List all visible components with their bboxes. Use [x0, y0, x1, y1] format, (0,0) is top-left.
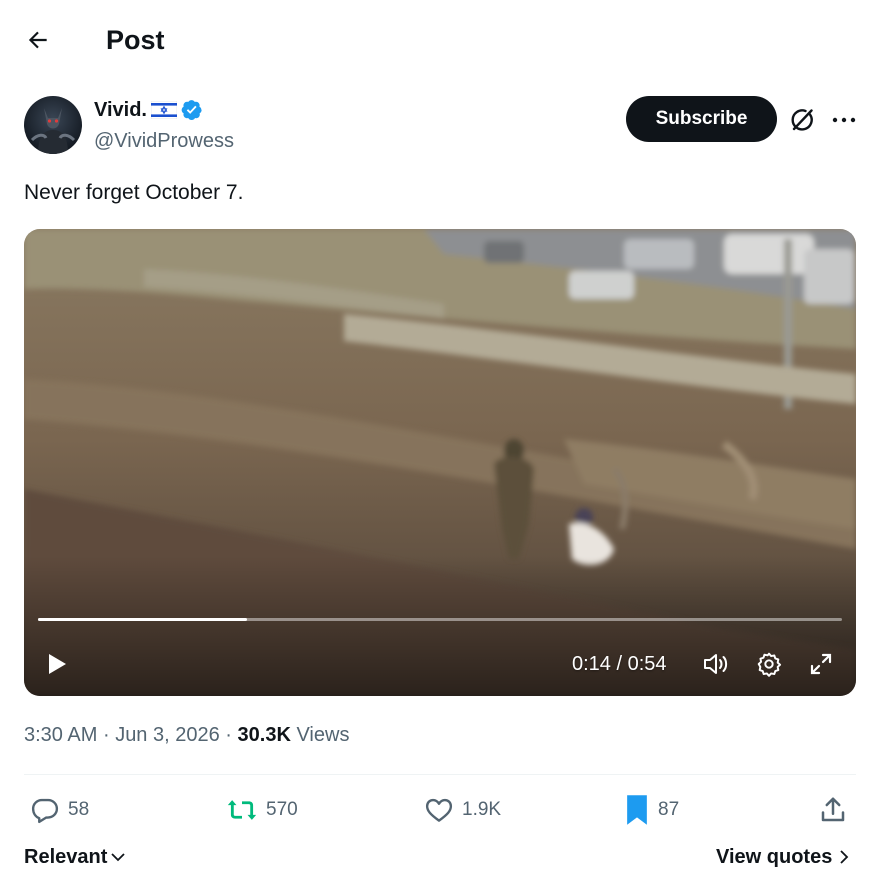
avatar[interactable]: [24, 96, 82, 154]
meta-separator: ·: [225, 724, 232, 746]
video-frame: [24, 229, 856, 696]
repost-button[interactable]: 570: [226, 793, 298, 827]
share-button[interactable]: [818, 793, 848, 827]
meta-separator: ·: [102, 724, 110, 746]
more-icon: [832, 117, 856, 123]
share-icon: [821, 797, 845, 822]
views-count: 30.3K: [237, 724, 291, 746]
reply-icon: [31, 798, 59, 824]
play-icon: [49, 654, 66, 674]
divider: [24, 774, 856, 775]
view-quotes-link[interactable]: View quotes: [716, 844, 850, 870]
view-quotes-label: View quotes: [716, 846, 833, 868]
views-label: Views: [296, 724, 350, 746]
page-title: Post: [106, 25, 165, 55]
fullscreen-button[interactable]: [806, 649, 836, 679]
reply-button[interactable]: 58: [30, 793, 89, 827]
video-progress-fill: [38, 618, 248, 621]
video-player[interactable]: 0:14 / 0:54: [24, 229, 856, 696]
grok-icon: [791, 109, 813, 131]
bookmark-count: 87: [658, 799, 680, 820]
like-count: 1.9K: [462, 799, 502, 820]
volume-icon: [704, 654, 728, 674]
display-name: Vivid.: [94, 99, 147, 121]
reply-count: 58: [68, 799, 90, 820]
fullscreen-icon: [810, 653, 832, 675]
author-handle[interactable]: @VividProwess: [94, 128, 234, 154]
bookmark-button[interactable]: 87: [624, 793, 679, 827]
verified-badge-icon: [181, 100, 202, 120]
grok-button[interactable]: [785, 103, 819, 137]
video-time: 0:14 / 0:54: [572, 653, 667, 675]
repost-icon: [227, 800, 257, 820]
post-text: Never forget October 7.: [24, 181, 244, 204]
settings-button[interactable]: [754, 649, 784, 679]
author-name-row[interactable]: Vivid.: [94, 97, 203, 123]
sort-label: Relevant: [24, 846, 108, 868]
play-button[interactable]: [42, 649, 72, 679]
more-button[interactable]: [828, 103, 860, 137]
bookmark-icon: [627, 795, 647, 825]
post-time[interactable]: 3:30 AM: [24, 724, 97, 746]
subscribe-button[interactable]: Subscribe: [626, 96, 777, 142]
israel-flag-icon: [151, 101, 177, 119]
settings-icon: [757, 652, 782, 677]
repost-count: 570: [266, 799, 298, 820]
sort-dropdown[interactable]: Relevant: [24, 844, 127, 870]
post-meta: 3:30 AM · Jun 3, 2026 · 30.3K Views: [24, 722, 349, 748]
video-progress-bar[interactable]: [38, 618, 842, 621]
post-date[interactable]: Jun 3, 2026: [115, 724, 220, 746]
volume-button[interactable]: [700, 649, 732, 679]
chevron-down-icon: [111, 853, 126, 862]
like-button[interactable]: 1.9K: [424, 793, 501, 827]
arrow-left-icon: [28, 31, 47, 49]
heart-icon: [425, 798, 453, 822]
chevron-right-icon: [840, 850, 849, 864]
back-button[interactable]: [20, 22, 56, 58]
